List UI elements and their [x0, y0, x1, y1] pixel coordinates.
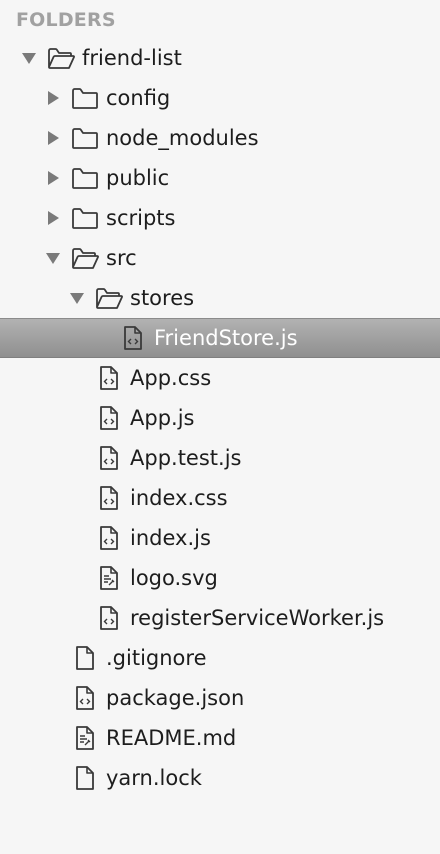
- folder-label: public: [106, 166, 170, 190]
- folder-label: node_modules: [106, 126, 259, 150]
- markup-file-icon: [70, 724, 100, 752]
- folder-row-node-modules[interactable]: node_modules: [0, 118, 440, 158]
- folder-row-config[interactable]: config: [0, 78, 440, 118]
- file-row-readme-md[interactable]: README.md: [0, 718, 440, 758]
- code-file-icon: [70, 684, 100, 712]
- folder-row-public[interactable]: public: [0, 158, 440, 198]
- disclosure-collapsed-icon[interactable]: [44, 169, 62, 187]
- folder-row-stores[interactable]: stores: [0, 278, 440, 318]
- file-row-app-test-js[interactable]: App.test.js: [0, 438, 440, 478]
- file-label: logo.svg: [130, 566, 218, 590]
- code-file-icon: [94, 484, 124, 512]
- file-label: README.md: [106, 726, 237, 750]
- file-row-friendstore-js[interactable]: FriendStore.js: [0, 318, 440, 358]
- folder-open-icon: [46, 44, 76, 72]
- file-label: index.js: [130, 526, 211, 550]
- folder-icon: [70, 124, 100, 152]
- file-label: registerServiceWorker.js: [130, 606, 385, 630]
- disclosure-expanded-icon[interactable]: [20, 49, 38, 67]
- code-file-icon: [94, 604, 124, 632]
- file-label: .gitignore: [106, 646, 207, 670]
- disclosure-expanded-icon[interactable]: [68, 289, 86, 307]
- folder-label: scripts: [106, 206, 176, 230]
- folder-label: config: [106, 86, 171, 110]
- file-label: yarn.lock: [106, 766, 202, 790]
- code-file-icon: [118, 324, 148, 352]
- folder-open-icon: [94, 284, 124, 312]
- file-row-logo-svg[interactable]: logo.svg: [0, 558, 440, 598]
- disclosure-collapsed-icon[interactable]: [44, 89, 62, 107]
- folder-icon: [70, 204, 100, 232]
- folder-label: friend-list: [82, 46, 182, 70]
- disclosure-collapsed-icon[interactable]: [44, 209, 62, 227]
- file-row-index-js[interactable]: index.js: [0, 518, 440, 558]
- folders-sidebar: FOLDERS friend-list config node_modulespub…: [0, 0, 440, 854]
- folder-label: stores: [130, 286, 195, 310]
- file-row-gitignore[interactable]: .gitignore: [0, 638, 440, 678]
- file-label: App.js: [130, 406, 195, 430]
- folder-row-scripts[interactable]: scripts: [0, 198, 440, 238]
- file-label: App.test.js: [130, 446, 242, 470]
- folder-row-src[interactable]: src: [0, 238, 440, 278]
- file-label: App.css: [130, 366, 212, 390]
- file-label: FriendStore.js: [154, 326, 298, 350]
- file-row-app-js[interactable]: App.js: [0, 398, 440, 438]
- folder-label: src: [106, 246, 137, 270]
- code-file-icon: [94, 444, 124, 472]
- file-row-app-css[interactable]: App.css: [0, 358, 440, 398]
- plain-file-icon: [70, 644, 100, 672]
- folders-header: FOLDERS: [16, 9, 116, 31]
- code-file-icon: [94, 404, 124, 432]
- folder-row-friend-list[interactable]: friend-list: [0, 38, 440, 78]
- file-label: package.json: [106, 686, 245, 710]
- disclosure-collapsed-icon[interactable]: [44, 129, 62, 147]
- plain-file-icon: [70, 764, 100, 792]
- folder-icon: [70, 164, 100, 192]
- folder-open-icon: [70, 244, 100, 272]
- file-row-registerserviceworker-js[interactable]: registerServiceWorker.js: [0, 598, 440, 638]
- file-label: index.css: [130, 486, 228, 510]
- markup-file-icon: [94, 564, 124, 592]
- file-row-yarn-lock[interactable]: yarn.lock: [0, 758, 440, 798]
- folder-icon: [70, 84, 100, 112]
- code-file-icon: [94, 364, 124, 392]
- file-row-index-css[interactable]: index.css: [0, 478, 440, 518]
- code-file-icon: [94, 524, 124, 552]
- file-row-package-json[interactable]: package.json: [0, 678, 440, 718]
- disclosure-expanded-icon[interactable]: [44, 249, 62, 267]
